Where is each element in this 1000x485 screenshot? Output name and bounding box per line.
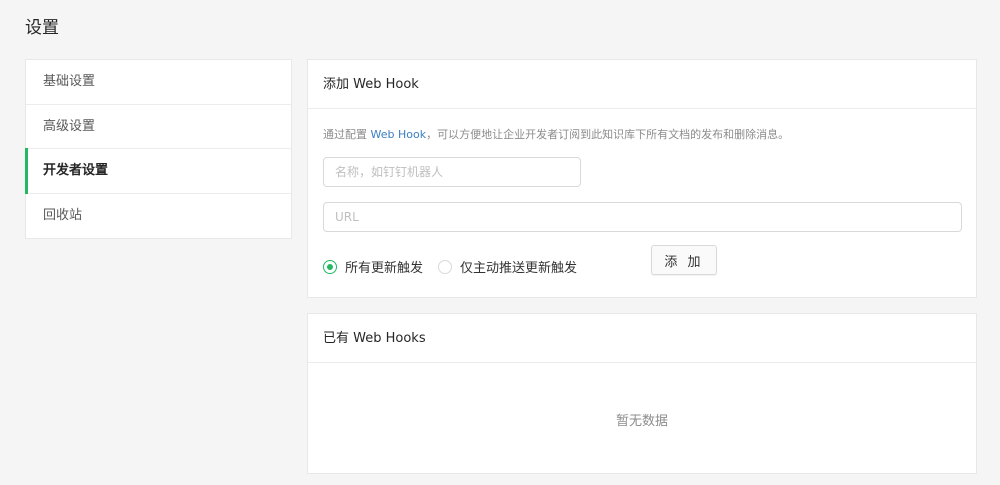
sidebar-item-basic[interactable]: 基础设置 — [26, 60, 291, 105]
sidebar-item-developer[interactable]: 开发者设置 — [25, 148, 291, 194]
add-webhook-title: 添加 Web Hook — [308, 60, 976, 109]
sidebar-item-recycle-bin[interactable]: 回收站 — [26, 194, 291, 239]
webhook-url-input[interactable] — [323, 202, 962, 232]
description-suffix: ，可以方便地让企业开发者订阅到此知识库下所有文档的发布和删除消息。 — [426, 128, 790, 141]
webhook-name-input[interactable] — [323, 157, 581, 187]
radio-push-only-label: 仅主动推送更新触发 — [460, 261, 578, 276]
description-prefix: 通过配置 — [323, 128, 371, 141]
add-webhook-button[interactable]: 添 加 — [651, 245, 717, 275]
radio-all-updates-label: 所有更新触发 — [345, 261, 424, 276]
add-webhook-card: 添加 Web Hook 通过配置 Web Hook，可以方便地让企业开发者订阅到… — [307, 59, 977, 298]
radio-all-updates[interactable]: 所有更新触发 — [323, 257, 423, 276]
empty-state-text: 暂无数据 — [615, 414, 668, 429]
webhook-list-card: 已有 Web Hooks 暂无数据 — [307, 313, 977, 474]
webhook-description: 通过配置 Web Hook，可以方便地让企业开发者订阅到此知识库下所有文档的发布… — [323, 126, 789, 142]
page-title: 设置 — [25, 18, 59, 38]
settings-sidebar: 基础设置 高级设置 开发者设置 回收站 — [25, 59, 292, 239]
webhook-doc-link[interactable]: Web Hook — [371, 128, 427, 141]
sidebar-item-advanced[interactable]: 高级设置 — [26, 105, 291, 149]
radio-checked-icon[interactable] — [323, 259, 337, 274]
radio-push-only[interactable]: 仅主动推送更新触发 — [438, 257, 577, 276]
webhook-list-title: 已有 Web Hooks — [308, 314, 976, 363]
radio-unchecked-icon[interactable] — [438, 259, 452, 274]
